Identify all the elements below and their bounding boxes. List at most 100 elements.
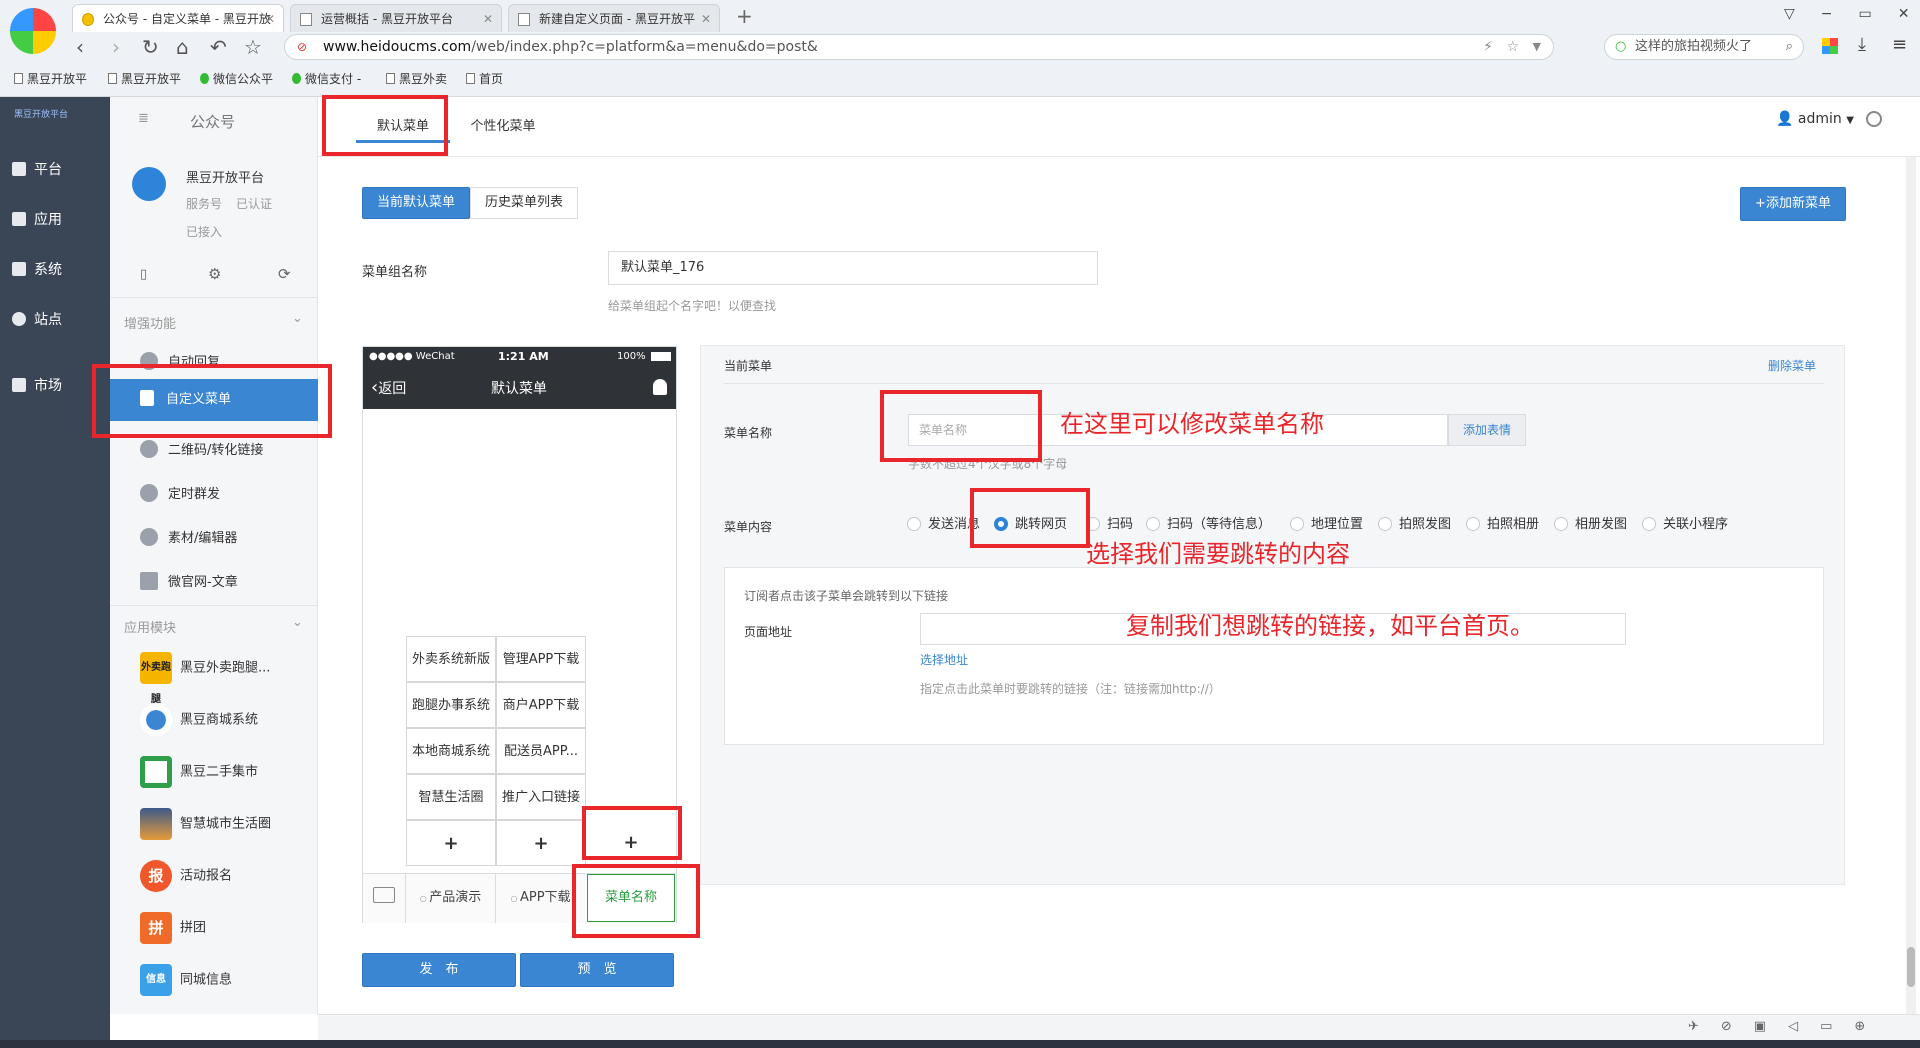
battery-icon bbox=[651, 352, 671, 361]
account-type: 服务号 bbox=[186, 197, 223, 211]
choose-address-link[interactable]: 选择地址 bbox=[920, 651, 968, 668]
submenu-item[interactable]: 配送员APP... bbox=[496, 728, 586, 774]
menu-name-label: 菜单名称 bbox=[724, 426, 773, 440]
group-name-input[interactable]: 默认菜单_176 bbox=[608, 251, 1098, 285]
nav-item-system[interactable]: 系统 bbox=[12, 259, 62, 279]
browser-chrome: 公众号 - 自定义菜单 - 黑豆开放 ✕ 运营概括 - 黑豆开放平台 ✕ 新建自… bbox=[0, 0, 1920, 97]
bookmark-star-icon[interactable]: ☆ bbox=[1506, 35, 1519, 59]
forward-icon[interactable]: › bbox=[112, 36, 120, 58]
chevron-down-icon[interactable]: ⌄ bbox=[292, 615, 303, 630]
browser-tab-1[interactable]: 公众号 - 自定义菜单 - 黑豆开放 ✕ bbox=[72, 4, 284, 32]
undo-icon[interactable]: ↶ bbox=[210, 36, 227, 58]
option-album[interactable]: 相册发图 bbox=[1554, 513, 1627, 532]
sidebar-item-microsite[interactable]: 微官网-文章 bbox=[140, 571, 238, 590]
nav-item-apps[interactable]: 应用 bbox=[12, 209, 62, 229]
close-icon[interactable]: ✕ bbox=[483, 5, 493, 32]
option-location[interactable]: 地理位置 bbox=[1290, 513, 1363, 532]
bookmark-6[interactable]: 首页 bbox=[466, 70, 503, 87]
close-icon[interactable]: ✕ bbox=[265, 5, 275, 32]
submenu-item[interactable]: 商户APP下载 bbox=[496, 682, 586, 728]
bookmark-2[interactable]: 黑豆开放平 bbox=[108, 70, 181, 87]
submenu-item[interactable]: 智慧生活圈 bbox=[406, 774, 496, 820]
section-enhanced[interactable]: 增强功能 bbox=[124, 313, 176, 332]
site-logo[interactable]: 黑豆开放平台 bbox=[14, 107, 68, 120]
sidebar-item-qrcode[interactable]: 二维码/转化链接 bbox=[140, 439, 263, 458]
user-menu[interactable]: 👤 admin ▼ bbox=[1776, 111, 1854, 127]
apps-icon[interactable] bbox=[1822, 38, 1838, 54]
app-item-secondhand[interactable]: 黑豆二手集市 bbox=[140, 756, 258, 788]
tab-personal-menu[interactable]: 个性化菜单 bbox=[456, 113, 550, 143]
chevron-down-icon[interactable]: ⌄ bbox=[292, 311, 303, 326]
address-bar[interactable]: ⊘ www.heidoucms.com/web/index.php?c=plat… bbox=[284, 34, 1554, 60]
bookmark-4[interactable]: 微信支付 - bbox=[292, 70, 361, 87]
search-input[interactable]: ○ 这样的旅拍视频火了 ⌕ bbox=[1604, 34, 1804, 60]
home-icon[interactable]: ⌂ bbox=[176, 36, 189, 58]
page-url-hint: 指定点击此菜单时要跳转的链接（注：链接需加http://） bbox=[920, 682, 1221, 696]
status-bar: ✈⊘▣◁▭⊕ bbox=[318, 1014, 1920, 1040]
app-icon: 信息 bbox=[140, 964, 172, 996]
sidebar-item-schedule[interactable]: 定时群发 bbox=[140, 483, 220, 502]
bottom-menu-item-1[interactable]: ○ 产品演示 bbox=[405, 873, 495, 923]
close-icon[interactable]: ✕ bbox=[701, 5, 711, 32]
option-photo[interactable]: 拍照发图 bbox=[1378, 513, 1451, 532]
option-scan-wait[interactable]: 扫码（等待信息） bbox=[1146, 513, 1271, 532]
app-icon bbox=[140, 756, 172, 788]
app-item-mall[interactable]: 黑豆商城系统 bbox=[140, 704, 258, 736]
submenu-item[interactable]: 管理APP下载 bbox=[496, 636, 586, 682]
search-icon[interactable]: ⌕ bbox=[1786, 35, 1793, 59]
submenu-add-button[interactable]: + bbox=[406, 820, 496, 866]
keyboard-icon[interactable] bbox=[373, 887, 395, 903]
annotation-copy-link: 复制我们想跳转的链接，如平台首页。 bbox=[1126, 612, 1534, 640]
app-icon: 报 bbox=[140, 860, 172, 892]
option-scan[interactable]: 扫码 bbox=[1086, 513, 1133, 532]
app-item-smartcity[interactable]: 智慧城市生活圈 bbox=[140, 808, 271, 840]
bookmark-5[interactable]: 黑豆外卖 bbox=[386, 70, 447, 87]
menu-icon[interactable]: ≡ bbox=[1892, 34, 1907, 55]
app-item-signup[interactable]: 报活动报名 bbox=[140, 860, 232, 892]
submenu-item[interactable]: 跑腿办事系统 bbox=[406, 682, 496, 728]
star-icon[interactable]: ☆ bbox=[244, 36, 262, 58]
reload-icon[interactable]: ↻ bbox=[142, 36, 159, 58]
back-icon[interactable]: ‹ bbox=[76, 36, 84, 58]
browser-tab-2[interactable]: 运营概括 - 黑豆开放平台 ✕ bbox=[290, 4, 502, 32]
nav-item-market[interactable]: 市场 bbox=[12, 375, 62, 395]
delete-menu-link[interactable]: 删除菜单 bbox=[1768, 357, 1816, 374]
submenu-item[interactable]: 本地商城系统 bbox=[406, 728, 496, 774]
history-menu-button[interactable]: 历史菜单列表 bbox=[470, 187, 578, 219]
section-apps[interactable]: 应用模块 bbox=[124, 617, 176, 636]
lightning-icon[interactable]: ⚡ bbox=[1483, 35, 1493, 59]
info-icon[interactable] bbox=[1866, 111, 1882, 127]
bookmark-1[interactable]: 黑豆开放平 bbox=[14, 70, 87, 87]
publish-button[interactable]: 发 布 bbox=[362, 953, 516, 987]
sidebar-item-material[interactable]: 素材/编辑器 bbox=[140, 527, 237, 546]
current-menu-button[interactable]: 当前默认菜单 bbox=[362, 187, 470, 219]
app-item-cityinfo[interactable]: 信息 同城信息 bbox=[140, 964, 232, 996]
app-item-groupbuy[interactable]: 拼拼团 bbox=[140, 912, 206, 944]
switch-icon[interactable]: ⟳ bbox=[278, 265, 291, 283]
submenu-item[interactable]: 外卖系统新版 bbox=[406, 636, 496, 682]
phone-back[interactable]: ‹返回 bbox=[371, 377, 406, 398]
gear-icon[interactable]: ⚙ bbox=[208, 265, 221, 283]
submenu-add-button[interactable]: + bbox=[496, 820, 586, 866]
app-icon bbox=[140, 704, 172, 736]
add-menu-button[interactable]: +添加新菜单 bbox=[1740, 187, 1846, 221]
new-tab-button[interactable]: + bbox=[736, 4, 753, 28]
chevron-down-icon[interactable]: ▼ bbox=[1533, 35, 1541, 59]
preview-button[interactable]: 预 览 bbox=[520, 953, 674, 987]
app-item-delivery[interactable]: 外卖跑腿黑豆外卖跑腿... bbox=[140, 652, 270, 705]
scrollbar[interactable] bbox=[1906, 157, 1916, 1014]
nav-item-platform[interactable]: 平台 bbox=[12, 159, 62, 179]
mobile-icon[interactable]: ▯ bbox=[140, 267, 147, 282]
highlight-menu-name-item bbox=[572, 864, 700, 938]
option-photo-album[interactable]: 拍照相册 bbox=[1466, 513, 1539, 532]
download-icon[interactable]: ⤓ bbox=[1858, 34, 1866, 55]
phone-header: ●●●●● WeChat 1:21 AM 100% ‹返回 默认菜单 bbox=[363, 347, 676, 409]
sidebar-toggle-icon[interactable]: ≣ bbox=[138, 111, 149, 126]
bookmark-3[interactable]: 微信公众平 bbox=[200, 70, 273, 87]
submenu-item[interactable]: 推广入口链接 bbox=[496, 774, 586, 820]
browser-tab-3[interactable]: 新建自定义页面 - 黑豆开放平 ✕ bbox=[508, 4, 720, 32]
nav-item-site[interactable]: 站点 bbox=[12, 309, 62, 329]
option-miniprogram[interactable]: 关联小程序 bbox=[1642, 513, 1728, 532]
page-icon bbox=[518, 13, 530, 26]
add-emoji-button[interactable]: 添加表情 bbox=[1448, 414, 1526, 446]
